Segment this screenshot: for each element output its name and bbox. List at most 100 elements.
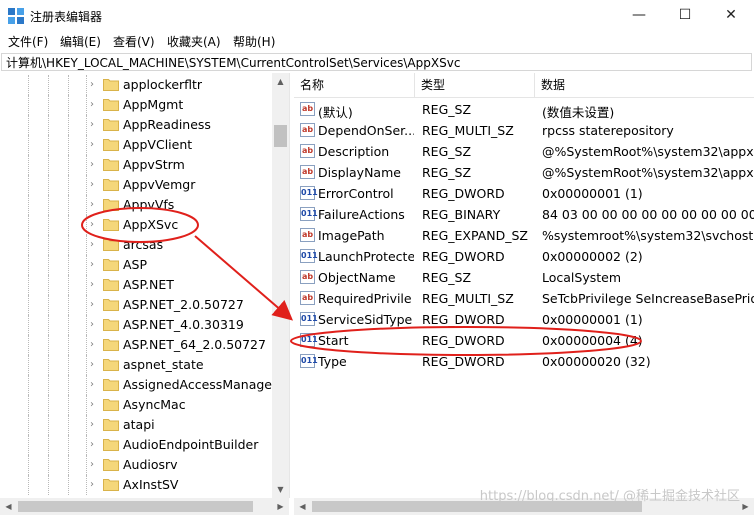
chevron-right-icon[interactable]: › xyxy=(90,399,100,411)
column-type-header[interactable]: 类型 xyxy=(415,73,534,97)
value-row[interactable]: 011 ServiceSidType REG_DWORD 0x00000001 (1) xyxy=(294,309,754,330)
value-row[interactable]: 011 Type REG_DWORD 0x00000020 (32) xyxy=(294,351,754,372)
tree-guide-line xyxy=(86,235,87,255)
value-row[interactable]: ab DisplayName REG_SZ @%SystemRoot%\system3… xyxy=(294,162,754,183)
address-bar[interactable]: 计算机\HKEY_LOCAL_MACHINE\SYSTEM\CurrentCon… xyxy=(1,53,752,71)
menu-help[interactable]: 帮助(H) xyxy=(233,33,275,50)
chevron-right-icon[interactable]: › xyxy=(90,179,100,191)
binary-value-icon: 011 xyxy=(300,312,318,326)
tree-guide-line xyxy=(28,135,29,155)
value-row[interactable]: ab ObjectName REG_SZ LocalSystem xyxy=(294,267,754,288)
scroll-thumb[interactable] xyxy=(274,125,287,147)
tree-item[interactable]: › Audiosrv xyxy=(0,455,275,475)
chevron-right-icon[interactable]: › xyxy=(90,439,100,451)
value-row[interactable]: ab DependOnSer... REG_MULTI_SZ rpcss stater… xyxy=(294,120,754,141)
tree-guide-line xyxy=(48,215,49,235)
tree-guide-line xyxy=(48,275,49,295)
tree-guide-line xyxy=(48,255,49,275)
tree-guide-line xyxy=(48,235,49,255)
column-data-header[interactable]: 数据 xyxy=(535,73,754,97)
tree-item[interactable]: › AxInstSV xyxy=(0,475,275,495)
tree-item[interactable]: › AudioEndpointBuilder xyxy=(0,435,275,455)
chevron-right-icon[interactable]: › xyxy=(90,339,100,351)
tree-item[interactable]: › AssignedAccessManagerSvc xyxy=(0,375,289,395)
string-value-icon: ab xyxy=(300,228,315,242)
scroll-left-arrow-icon[interactable]: ◀ xyxy=(294,498,311,515)
value-name: DisplayName xyxy=(318,165,401,180)
value-type: REG_DWORD xyxy=(422,249,505,264)
tree-item[interactable]: › AppXSvc xyxy=(0,215,275,235)
menu-edit[interactable]: 编辑(E) xyxy=(60,33,101,50)
tree-item[interactable]: › arcsas xyxy=(0,235,275,255)
tree-guide-line xyxy=(68,375,69,395)
chevron-right-icon[interactable]: › xyxy=(90,159,100,171)
value-row[interactable]: ab RequiredPrivile REG_MULTI_SZ SeTcbPrivil… xyxy=(294,288,754,309)
chevron-right-icon[interactable]: › xyxy=(90,299,100,311)
scroll-down-arrow-icon[interactable]: ▼ xyxy=(272,481,289,498)
value-row[interactable]: ab Description REG_SZ @%SystemRoot%\system3… xyxy=(294,141,754,162)
chevron-right-icon[interactable]: › xyxy=(90,99,100,111)
chevron-right-icon[interactable]: › xyxy=(90,459,100,471)
column-name-header[interactable]: 名称 xyxy=(294,73,414,97)
value-row[interactable]: ab (默认) REG_SZ (数值未设置) xyxy=(294,99,754,120)
tree-item[interactable]: › AppvStrm xyxy=(0,155,275,175)
scroll-up-arrow-icon[interactable]: ▲ xyxy=(272,73,289,90)
chevron-right-icon[interactable]: › xyxy=(90,239,100,251)
tree-item[interactable]: › AppvVfs xyxy=(0,195,275,215)
maximize-button[interactable]: ☐ xyxy=(662,0,708,30)
chevron-right-icon[interactable]: › xyxy=(90,79,100,91)
value-row[interactable]: 011 Start REG_DWORD 0x00000004 (4) xyxy=(294,330,754,351)
chevron-right-icon[interactable]: › xyxy=(90,279,100,291)
tree-guide-line xyxy=(68,95,69,115)
tree-item[interactable]: › ASP.NET_64_2.0.50727 xyxy=(0,335,275,355)
watermark: https://blog.csdn.net/ @稀土掘金技术社区 xyxy=(479,489,740,504)
folder-icon xyxy=(103,299,119,311)
minimize-button[interactable]: — xyxy=(616,0,662,30)
tree-item[interactable]: › ASP xyxy=(0,255,275,275)
tree-item[interactable]: › AsyncMac xyxy=(0,395,275,415)
tree-item[interactable]: › ASP.NET_4.0.30319 xyxy=(0,315,275,335)
tree-item[interactable]: › AppMgmt xyxy=(0,95,275,115)
value-type: REG_MULTI_SZ xyxy=(422,291,514,306)
value-name: ErrorControl xyxy=(318,186,394,201)
tree-item[interactable]: › AppVClient xyxy=(0,135,275,155)
chevron-right-icon[interactable]: › xyxy=(90,219,100,231)
chevron-right-icon[interactable]: › xyxy=(90,379,100,391)
menu-favorites[interactable]: 收藏夹(A) xyxy=(167,33,221,50)
tree-guide-line xyxy=(86,95,87,115)
tree-item[interactable]: › atapi xyxy=(0,415,275,435)
scroll-left-arrow-icon[interactable]: ◀ xyxy=(0,498,17,515)
scroll-right-arrow-icon[interactable]: ▶ xyxy=(272,498,289,515)
menu-file[interactable]: 文件(F) xyxy=(8,33,48,50)
tree-vertical-scrollbar[interactable]: ▲ ▼ xyxy=(272,73,289,498)
tree-item[interactable]: › AppvVemgr xyxy=(0,175,275,195)
menu-view[interactable]: 查看(V) xyxy=(113,33,155,50)
chevron-right-icon[interactable]: › xyxy=(90,359,100,371)
tree-item[interactable]: › aspnet_state xyxy=(0,355,275,375)
value-name: Description xyxy=(318,144,390,159)
tree-guide-line xyxy=(48,115,49,135)
tree-item[interactable]: › AppReadiness xyxy=(0,115,275,135)
tree-item[interactable]: › ASP.NET_2.0.50727 xyxy=(0,295,275,315)
tree-item[interactable]: › applockerfltr xyxy=(0,75,275,95)
chevron-right-icon[interactable]: › xyxy=(90,419,100,431)
value-row[interactable]: ab ImagePath REG_EXPAND_SZ %systemroot%\sys… xyxy=(294,225,754,246)
tree-item[interactable]: › ASP.NET xyxy=(0,275,275,295)
value-row[interactable]: 011 ErrorControl REG_DWORD 0x00000001 (1) xyxy=(294,183,754,204)
chevron-right-icon[interactable]: › xyxy=(90,119,100,131)
tree-guide-line xyxy=(28,335,29,355)
close-button[interactable]: ✕ xyxy=(708,0,754,30)
scroll-thumb[interactable] xyxy=(18,501,253,512)
binary-value-icon: 011 xyxy=(300,186,318,200)
chevron-right-icon[interactable]: › xyxy=(90,479,100,491)
chevron-right-icon[interactable]: › xyxy=(90,319,100,331)
value-name: ImagePath xyxy=(318,228,385,243)
chevron-right-icon[interactable]: › xyxy=(90,199,100,211)
chevron-right-icon[interactable]: › xyxy=(90,139,100,151)
tree-guide-line xyxy=(86,195,87,215)
chevron-right-icon[interactable]: › xyxy=(90,259,100,271)
tree-guide-line xyxy=(48,435,49,455)
value-row[interactable]: 011 LaunchProtected REG_DWORD 0x00000002 (2… xyxy=(294,246,754,267)
tree-horizontal-scrollbar[interactable]: ◀ ▶ xyxy=(0,498,289,515)
value-row[interactable]: 011 FailureActions REG_BINARY 84 03 00 00 0… xyxy=(294,204,754,225)
